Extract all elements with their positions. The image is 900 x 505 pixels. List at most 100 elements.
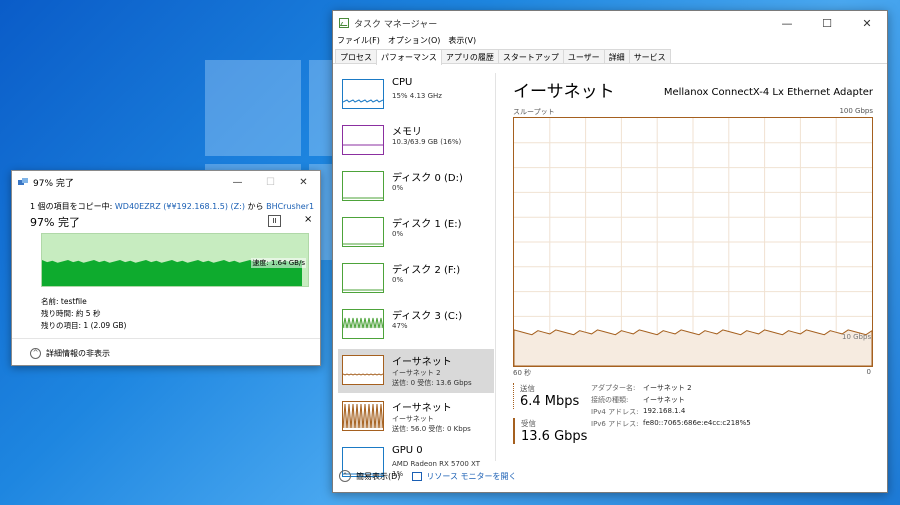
sidebar-item-detail: 0%: [392, 230, 404, 238]
sidebar-thumbnail-graph: [342, 79, 384, 109]
menu-item[interactable]: 表示(V): [448, 35, 476, 49]
minimize-button[interactable]: —: [221, 177, 254, 188]
throughput-graph: 10 Gbps: [513, 117, 873, 367]
property-value: イーサネット 2: [643, 384, 692, 392]
receive-value: 13.6 Gbps: [521, 429, 588, 444]
copy-dialog-title: 97% 完了: [33, 178, 74, 189]
sidebar-item-name: メモリ: [392, 127, 422, 138]
performance-sidebar: CPU 15% 4.13 GHz メモリ 10.3/63.9 GB (16%) ディスク…: [336, 73, 496, 478]
receive-label: 受信: [521, 419, 536, 428]
sidebar-thumbnail-graph: [342, 309, 384, 339]
sidebar-item-name: イーサネット: [392, 403, 452, 414]
sidebar-item-detail: 送信: 56.0 受信: 0 Kbps: [392, 425, 471, 433]
receive-stat: 受信 13.6 Gbps: [513, 418, 587, 444]
copy-speed-graph: 速度: 1.64 GB/s: [41, 233, 309, 287]
chevron-up-icon[interactable]: ^: [339, 470, 351, 482]
tab[interactable]: ユーザー: [562, 49, 605, 63]
sidebar-thumbnail-graph: [342, 217, 384, 247]
source-link[interactable]: WD40EZRZ (¥¥192.168.1.5) (Z:): [115, 202, 245, 211]
copy-speed-label: 速度: 1.64 GB/s: [251, 258, 306, 268]
pause-button[interactable]: II: [268, 215, 281, 227]
menu-bar: ファイル(F) オプション(O) 表示(V): [333, 35, 887, 49]
menu-item[interactable]: ファイル(F): [337, 35, 380, 49]
window-title: タスク マネージャー: [354, 19, 438, 30]
destination-link[interactable]: BHCrusher1: [266, 202, 314, 211]
throughput-label: スループット: [513, 108, 555, 116]
close-button[interactable]: ✕: [847, 17, 887, 30]
send-stat: 送信 6.4 Mbps: [513, 383, 579, 409]
sidebar-item[interactable]: CPU 15% 4.13 GHz: [338, 73, 494, 117]
minimize-button[interactable]: —: [767, 17, 807, 30]
ethernet-panel: イーサネット Mellanox ConnectX-4 Lx Ethernet A…: [513, 73, 883, 463]
sidebar-item[interactable]: メモリ 10.3/63.9 GB (16%): [338, 119, 494, 163]
time-axis-left: 60 秒: [513, 369, 532, 377]
panel-title: イーサネット: [513, 82, 615, 102]
tab-bar: プロセス パフォーマンス アプリの履歴 スタートアップ ユーザー 詳細 サービス: [333, 49, 887, 65]
sidebar-item-name: ディスク 3 (C:): [392, 311, 463, 322]
tab[interactable]: パフォーマンス: [376, 49, 442, 65]
sidebar-item[interactable]: ディスク 1 (E:) 0%: [338, 211, 494, 255]
sidebar-item-name: ディスク 1 (E:): [392, 219, 462, 230]
sidebar-item[interactable]: ディスク 3 (C:) 47%: [338, 303, 494, 347]
tab[interactable]: サービス: [628, 49, 671, 63]
property-value: イーサネット: [643, 396, 685, 404]
copy-from-mid: から: [247, 202, 264, 211]
tab[interactable]: スタートアップ: [497, 49, 564, 63]
sidebar-item[interactable]: イーサネット イーサネット送信: 56.0 受信: 0 Kbps: [338, 395, 494, 439]
remaining-time: 残り時間: 約 5 秒: [41, 309, 101, 318]
sidebar-item-name: CPU: [392, 77, 413, 88]
adapter-name: Mellanox ConnectX-4 Lx Ethernet Adapter: [663, 87, 873, 98]
tab[interactable]: プロセス: [335, 49, 377, 63]
property-key: 接続の種類:: [591, 396, 629, 404]
cancel-copy-button[interactable]: ×: [304, 214, 312, 225]
summary-view-button[interactable]: 簡易表示(D): [356, 471, 400, 482]
remaining-items: 残りの項目: 1 (2.09 GB): [41, 321, 127, 330]
menu-item[interactable]: オプション(O): [388, 35, 441, 49]
details-toggle-button[interactable]: ^ 詳細情報の非表示: [30, 348, 110, 359]
property-row: アダプター名: イーサネット 2: [591, 383, 751, 395]
property-key: IPv6 アドレス:: [591, 420, 639, 428]
close-button[interactable]: ✕: [287, 177, 320, 188]
tab[interactable]: アプリの履歴: [440, 49, 499, 63]
sidebar-item-detail: 送信: 0 受信: 13.6 Gbps: [392, 379, 472, 387]
sidebar-item-detail: 15% 4.13 GHz: [392, 92, 442, 100]
copy-percent-label: 97% 完了: [30, 216, 80, 229]
sidebar-thumbnail-graph: [342, 171, 384, 201]
sidebar-thumbnail-graph: [342, 263, 384, 293]
sidebar-item[interactable]: イーサネット イーサネット 2 送信: 0 受信: 13.6 Gbps: [338, 349, 494, 393]
sidebar-item-detail: 10.3/63.9 GB (16%): [392, 138, 462, 146]
sidebar-item-name: ディスク 2 (F:): [392, 265, 461, 276]
throughput-chart: 10 Gbps: [513, 118, 873, 367]
sidebar-item-detail: 47%: [392, 322, 408, 330]
copy-icon: [18, 178, 28, 186]
sidebar-item[interactable]: ディスク 0 (D:) 0%: [338, 165, 494, 209]
property-key: アダプター名:: [591, 384, 636, 392]
resource-monitor-link[interactable]: リソース モニターを開く: [412, 471, 517, 482]
max-scale-label: 100 Gbps: [839, 107, 873, 115]
property-row: IPv6 アドレス: fe80::7065:686e:e4cc:c218%5: [591, 419, 751, 431]
task-manager-footer: ^ 簡易表示(D) リソース モニターを開く: [339, 470, 517, 482]
sidebar-item-detail: 0%: [392, 276, 404, 284]
sidebar-item[interactable]: ディスク 2 (F:) 0%: [338, 257, 494, 301]
task-manager-titlebar: タスク マネージャー — ☐ ✕: [333, 11, 887, 35]
task-manager-window: タスク マネージャー — ☐ ✕ ファイル(F) オプション(O) 表示(V) プロ…: [332, 10, 888, 493]
tab[interactable]: 詳細: [603, 49, 630, 63]
sidebar-item-detail: イーサネット: [392, 415, 434, 423]
time-axis-right: 0: [866, 368, 871, 376]
maximize-button[interactable]: ☐: [254, 177, 287, 188]
property-row: IPv4 アドレス: 192.168.1.4: [591, 407, 751, 419]
send-value: 6.4 Mbps: [520, 394, 580, 409]
chevron-up-icon: ^: [30, 348, 41, 359]
sidebar-item-name: イーサネット: [392, 357, 452, 368]
sidebar-thumbnail-graph: [342, 355, 384, 385]
maximize-button[interactable]: ☐: [807, 17, 847, 30]
sidebar-item-detail: 0%: [392, 184, 404, 192]
copy-source-line: 1 個の項目をコピー中: WD40EZRZ (¥¥192.168.1.5) (Z…: [30, 201, 314, 212]
receive-series: [513, 329, 873, 367]
copy-progress-dialog: 97% 完了 — ☐ ✕ 1 個の項目をコピー中: WD40EZRZ (¥¥19…: [11, 170, 321, 366]
details-toggle-label: 詳細情報の非表示: [46, 349, 110, 358]
sidebar-item-name: GPU 0: [392, 445, 423, 456]
scale-line-label: 10 Gbps: [842, 333, 871, 341]
copy-dialog-titlebar: 97% 完了 — ☐ ✕: [12, 171, 320, 193]
property-value: 192.168.1.4: [643, 407, 686, 415]
